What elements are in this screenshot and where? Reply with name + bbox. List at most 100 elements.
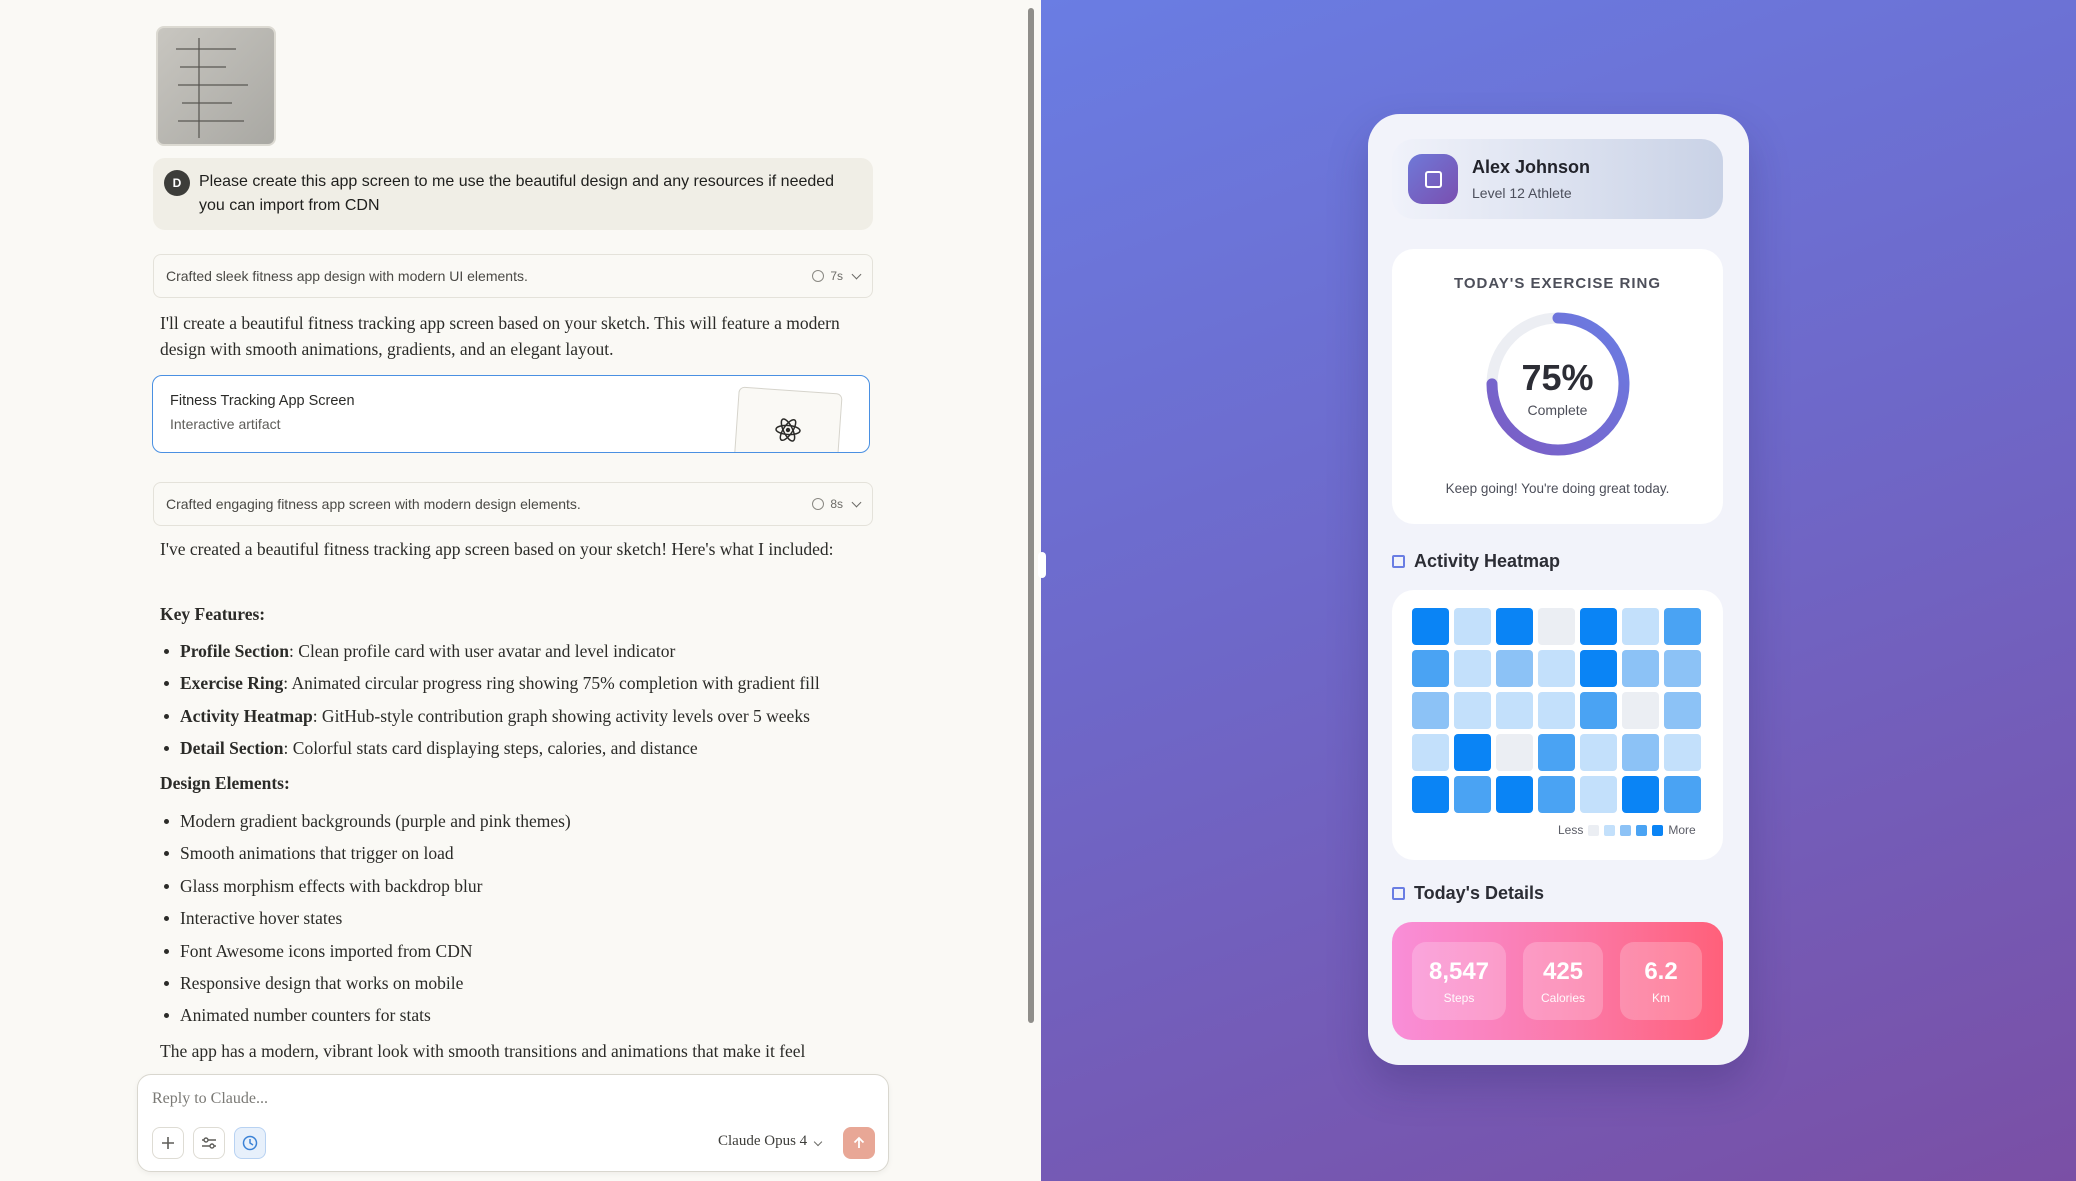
stat-value: 8,547 (1428, 958, 1490, 985)
heatmap-cell[interactable] (1496, 608, 1533, 645)
artifact-card[interactable]: Fitness Tracking App Screen Interactive … (152, 375, 870, 453)
add-button[interactable] (152, 1127, 184, 1159)
heatmap-cell[interactable] (1496, 734, 1533, 771)
heatmap-cell[interactable] (1622, 776, 1659, 813)
heatmap-cell[interactable] (1496, 650, 1533, 687)
arrow-up-icon (853, 1136, 865, 1148)
reply-input[interactable] (152, 1087, 752, 1111)
heatmap-cell[interactable] (1412, 692, 1449, 729)
assistant-closing: The app has a modern, vibrant look with … (160, 1041, 806, 1061)
heatmap-cell[interactable] (1664, 608, 1701, 645)
artifact-subtitle: Interactive artifact (170, 416, 281, 432)
legend-swatch (1652, 824, 1664, 836)
chevron-down-icon (813, 1137, 823, 1147)
user-message-text: Please create this app screen to me use … (199, 173, 835, 214)
heatmap-cell[interactable] (1580, 650, 1617, 687)
heatmap-cell[interactable] (1454, 734, 1491, 771)
heatmap-cell[interactable] (1622, 734, 1659, 771)
user-avatar: D (164, 170, 190, 196)
stat-label: Steps (1443, 991, 1475, 1005)
heatmap-cell[interactable] (1538, 776, 1575, 813)
thinking-summary-2[interactable]: Crafted engaging fitness app screen with… (153, 482, 873, 526)
chat-panel: D Please create this app screen to me us… (0, 0, 1040, 1181)
sketch-thumbnail[interactable] (156, 26, 276, 146)
profile-card[interactable]: Alex Johnson Level 12 Athlete (1392, 139, 1723, 219)
list-item: Detail Section: Colorful stats card disp… (164, 732, 870, 764)
artifact-title: Fitness Tracking App Screen (170, 393, 355, 409)
stat-label: Km (1652, 991, 1670, 1005)
thinking-meta: 8s (812, 497, 862, 511)
heatmap-cell[interactable] (1538, 692, 1575, 729)
extended-thinking-button[interactable] (234, 1127, 266, 1159)
heatmap-cell[interactable] (1454, 608, 1491, 645)
details-section-title: Today's Details (1392, 883, 1544, 904)
list-item: Modern gradient backgrounds (purple and … (164, 805, 870, 837)
ring-sub-label: Complete (1527, 402, 1588, 418)
stat-value: 425 (1542, 958, 1584, 985)
heatmap-cell[interactable] (1454, 650, 1491, 687)
heatmap-cell[interactable] (1412, 650, 1449, 687)
clock-icon (812, 498, 825, 510)
user-avatar-icon (1424, 170, 1442, 188)
legend-swatch (1636, 824, 1648, 836)
heatmap-cell[interactable] (1412, 776, 1449, 813)
key-features-list: Profile Section: Clean profile card with… (164, 635, 870, 765)
activity-heatmap-card: Less More (1392, 590, 1723, 860)
stat-distance[interactable]: 6.2 Km (1620, 942, 1702, 1020)
heatmap-cell[interactable] (1622, 692, 1659, 729)
heatmap-cell[interactable] (1412, 608, 1449, 645)
list-item: Exercise Ring: Animated circular progres… (164, 667, 870, 699)
chat-scrollbar[interactable] (1028, 8, 1034, 1023)
heatmap-cell[interactable] (1496, 776, 1533, 813)
thinking-text: Crafted sleek fitness app design with mo… (166, 268, 528, 284)
heatmap-cell[interactable] (1580, 608, 1617, 645)
heatmap-cell[interactable] (1454, 776, 1491, 813)
thinking-duration: 8s (830, 497, 843, 511)
heatmap-cell[interactable] (1622, 608, 1659, 645)
key-features-heading: Key Features: (160, 604, 266, 624)
ring-title: TODAY'S EXERCISE RING (1453, 275, 1662, 292)
heatmap-cell[interactable] (1538, 650, 1575, 687)
design-elements-list: Modern gradient backgrounds (purple and … (164, 805, 870, 1032)
model-selector[interactable]: Claude Opus 4 (718, 1133, 823, 1150)
heatmap-cell[interactable] (1664, 776, 1701, 813)
heatmap-legend: Less More (1558, 823, 1696, 837)
heatmap-cell[interactable] (1580, 776, 1617, 813)
heatmap-cell[interactable] (1580, 734, 1617, 771)
thinking-duration: 7s (830, 269, 843, 283)
heatmap-title: Activity Heatmap (1414, 551, 1561, 571)
thinking-summary-1[interactable]: Crafted sleek fitness app design with mo… (153, 254, 873, 298)
heatmap-cell[interactable] (1580, 692, 1617, 729)
heatmap-cell[interactable] (1664, 650, 1701, 687)
assistant-intro: I'll create a beautiful fitness tracking… (160, 313, 840, 359)
artifact-preview-panel: Alex Johnson Level 12 Athlete TODAY'S EX… (1041, 0, 2076, 1181)
chevron-down-icon (851, 269, 862, 280)
heatmap-cell[interactable] (1622, 650, 1659, 687)
phone-frame: Alex Johnson Level 12 Athlete TODAY'S EX… (1368, 114, 1749, 1065)
thinking-text: Crafted engaging fitness app screen with… (166, 496, 581, 512)
tools-button[interactable] (193, 1127, 225, 1159)
list-item: Glass morphism effects with backdrop blu… (164, 870, 870, 902)
stat-label: Calories (1540, 991, 1585, 1005)
avatar (1408, 154, 1458, 204)
user-message: D Please create this app screen to me us… (153, 158, 873, 230)
chevron-down-icon (851, 497, 862, 508)
heatmap-cell[interactable] (1538, 734, 1575, 771)
legend-swatch (1604, 824, 1616, 836)
heatmap-cell[interactable] (1664, 734, 1701, 771)
heatmap-cell[interactable] (1412, 734, 1449, 771)
stat-calories[interactable]: 425 Calories (1523, 942, 1603, 1020)
send-button[interactable] (843, 1127, 875, 1159)
legend-swatch (1620, 824, 1632, 836)
exercise-ring-card: TODAY'S EXERCISE RING 75% Complete Keep … (1392, 249, 1723, 524)
calendar-icon (1392, 555, 1405, 568)
heatmap-cell[interactable] (1664, 692, 1701, 729)
reply-composer: Claude Opus 4 (137, 1074, 889, 1172)
plus-icon (162, 1137, 174, 1149)
heatmap-cell[interactable] (1538, 608, 1575, 645)
list-item: Font Awesome icons imported from CDN (164, 935, 870, 967)
panel-resize-handle[interactable] (1038, 552, 1046, 578)
heatmap-cell[interactable] (1496, 692, 1533, 729)
heatmap-cell[interactable] (1454, 692, 1491, 729)
stat-steps[interactable]: 8,547 Steps (1412, 942, 1506, 1020)
